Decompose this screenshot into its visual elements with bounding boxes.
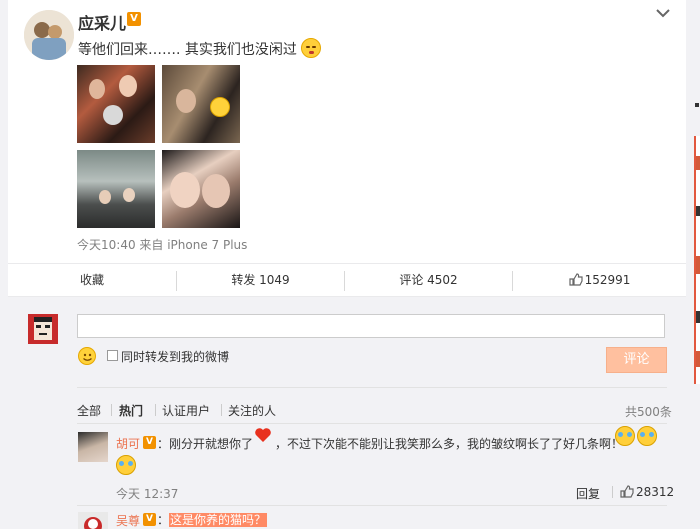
repost-button[interactable]: 转发 1049	[177, 264, 344, 297]
sidebar-marker	[695, 103, 699, 107]
favorite-button[interactable]: 收藏	[8, 264, 176, 297]
comment-text: ：刚分开就想你了 ，不过下次能不能别让我笑那么多，我的皱纹啊长了了好几条啊！	[157, 435, 623, 452]
emoji-picker-icon[interactable]	[78, 347, 96, 365]
reply-button[interactable]: 回复	[576, 485, 600, 502]
current-user-avatar[interactable]	[28, 314, 58, 344]
comment-label: 评论 4502	[399, 273, 458, 287]
divider	[612, 486, 613, 498]
divider	[77, 505, 667, 506]
tab-hot[interactable]: 热门	[119, 402, 143, 419]
repost-checkbox-label: 同时转发到我的微博	[121, 350, 230, 364]
post-photo-3[interactable]	[77, 150, 155, 228]
author-name[interactable]: 应采儿	[78, 10, 126, 34]
commenter-name[interactable]: 胡可	[116, 435, 140, 452]
kiss-face-icon	[301, 38, 322, 58]
laugh-cry-icon	[116, 455, 136, 475]
chevron-down-icon[interactable]	[653, 6, 673, 22]
divider	[77, 423, 667, 424]
tab-divider	[155, 404, 156, 416]
sidebar-ad-strip[interactable]	[694, 136, 700, 384]
tab-verified-users[interactable]: 认证用户	[162, 402, 210, 419]
commenter-avatar[interactable]	[78, 432, 108, 462]
comment-input[interactable]	[77, 314, 665, 338]
comment-total: 共500条	[625, 405, 672, 419]
comment-timestamp: 今天 12:37	[116, 487, 179, 501]
comment-text-part-1: ：刚分开就想你了	[157, 437, 254, 451]
author-avatar[interactable]	[24, 10, 74, 60]
verified-badge: V	[143, 513, 156, 526]
post-text: 等他们回来……. 其实我们也没闲过	[78, 38, 322, 59]
heart-icon	[254, 427, 272, 443]
comment-button[interactable]: 评论 4502	[345, 264, 512, 297]
comment-highlighted-text: 这是你养的猫吗？	[169, 513, 268, 527]
like-count: 152991	[584, 273, 631, 287]
tab-all[interactable]: 全部	[77, 402, 101, 419]
comment-like-button[interactable]: 28312	[620, 485, 674, 499]
repost-checkbox[interactable]	[107, 350, 118, 361]
post-text-content: 等他们回来……. 其实我们也没闲过	[78, 42, 297, 58]
repost-label: 转发 1049	[231, 273, 290, 287]
like-button[interactable]: 152991	[513, 264, 686, 297]
laugh-cry-icon	[615, 426, 635, 446]
post-timestamp: 今天10:40 来自 iPhone 7 Plus	[77, 238, 248, 252]
commenter-name[interactable]: 吴尊	[116, 512, 140, 529]
laugh-cry-icon	[637, 426, 657, 446]
right-sidebar-edge	[686, 0, 700, 529]
comment-text: ：这是你养的猫吗？	[157, 511, 268, 528]
divider	[77, 387, 667, 388]
thumbs-up-icon	[568, 266, 583, 286]
post-photo-4[interactable]	[162, 150, 240, 228]
tab-following[interactable]: 关注的人	[228, 402, 276, 419]
thumbs-up-icon	[620, 485, 634, 498]
commenter-avatar[interactable]	[78, 512, 108, 529]
verified-badge: V	[127, 12, 141, 26]
favorite-label: 收藏	[79, 273, 104, 287]
post-action-bar: 收藏 转发 1049 评论 4502 152991	[8, 263, 686, 297]
post-photo-2[interactable]	[162, 65, 240, 143]
post-photo-1[interactable]	[77, 65, 155, 143]
verified-badge: V	[143, 436, 156, 449]
tab-divider	[221, 404, 222, 416]
comment-colon: ：	[157, 513, 170, 527]
comment-text-part-2: ，不过下次能不能别让我笑那么多，我的皱纹啊长了了好几条啊！	[275, 437, 624, 451]
tab-divider	[111, 404, 112, 416]
submit-comment-button[interactable]: 评论	[606, 347, 667, 373]
comment-like-count: 28312	[636, 485, 675, 499]
weibo-post-card: 应采儿 V 等他们回来……. 其实我们也没闲过 今天10:40 来自 iPhon…	[8, 0, 686, 529]
